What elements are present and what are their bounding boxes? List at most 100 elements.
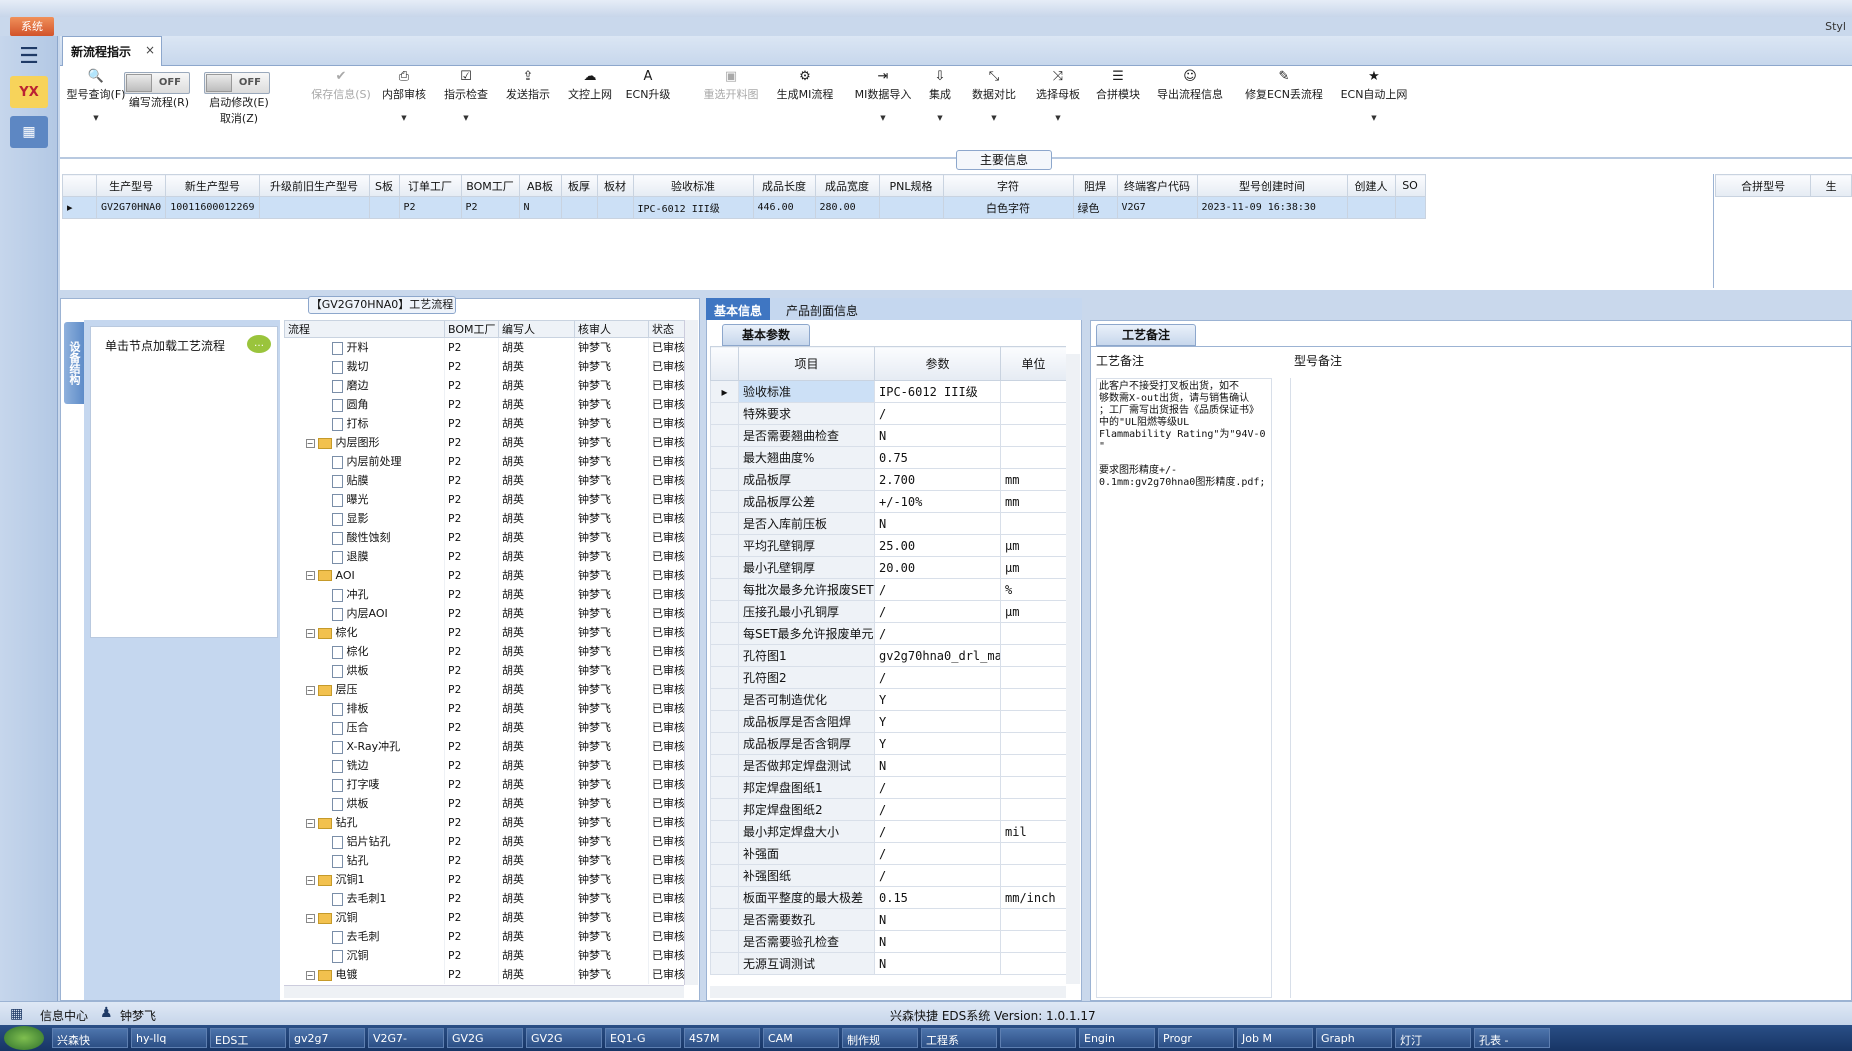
- tree-node[interactable]: 棕化: [284, 641, 445, 661]
- param-value[interactable]: /: [874, 842, 1001, 865]
- param-unit[interactable]: μm: [1000, 600, 1066, 623]
- param-value[interactable]: gv2g70hna0_drl_ma...: [874, 644, 1001, 667]
- calculator-icon[interactable]: ▦: [10, 116, 48, 148]
- tree-node[interactable]: − 层压: [284, 679, 445, 699]
- table-cell[interactable]: [596, 196, 634, 219]
- column-header[interactable]: 成品宽度: [814, 174, 880, 197]
- tree-node[interactable]: 钻孔: [284, 850, 445, 870]
- collapse-icon[interactable]: −: [305, 913, 315, 923]
- param-unit[interactable]: mil: [1000, 820, 1066, 843]
- column-header[interactable]: 新生产型号: [165, 174, 260, 197]
- table-row[interactable]: 圆角 P2 胡英 钟梦飞 已审核: [284, 394, 685, 414]
- param-value[interactable]: /: [874, 666, 1001, 689]
- horizontal-scrollbar[interactable]: [284, 985, 684, 998]
- param-unit[interactable]: [1000, 622, 1066, 645]
- tab-new-flow[interactable]: 新流程指示 ×: [62, 36, 162, 66]
- table-row[interactable]: 沉铜 P2 胡英 钟梦飞 已审核: [284, 945, 685, 965]
- column-header[interactable]: 阻焊: [1072, 174, 1118, 197]
- table-cell[interactable]: 2023-11-09 16:38:30: [1196, 196, 1348, 219]
- tree-node[interactable]: 圆角: [284, 394, 445, 414]
- column-header[interactable]: PNL规格: [878, 174, 944, 197]
- tree-node[interactable]: − 沉铜: [284, 907, 445, 927]
- tree-node[interactable]: 打字唛: [284, 774, 445, 794]
- logo-icon[interactable]: YX: [10, 76, 48, 108]
- param-value[interactable]: N: [874, 930, 1001, 953]
- param-unit[interactable]: [1000, 512, 1066, 535]
- taskbar-item[interactable]: 4S7M: [684, 1028, 760, 1048]
- system-button[interactable]: 系统: [10, 17, 54, 36]
- table-row[interactable]: 退膜 P2 胡英 钟梦飞 已审核: [284, 546, 685, 566]
- param-value[interactable]: N: [874, 908, 1001, 931]
- param-unit[interactable]: [1000, 930, 1066, 953]
- table-row[interactable]: 压接孔最小孔铜厚 / μm: [710, 600, 1066, 623]
- select-mother-button[interactable]: ⤨ 选择母板 ▼: [1028, 66, 1088, 156]
- tree-node[interactable]: X-Ray冲孔: [284, 736, 445, 756]
- column-header[interactable]: 型号创建时间: [1196, 174, 1348, 197]
- table-row[interactable]: 特殊要求 /: [710, 402, 1066, 425]
- tree-node[interactable]: 铣边: [284, 755, 445, 775]
- table-row[interactable]: 打字唛 P2 胡英 钟梦飞 已审核: [284, 774, 685, 794]
- table-row[interactable]: 开料 P2 胡英 钟梦飞 已审核: [284, 337, 685, 357]
- table-row[interactable]: 是否做邦定焊盘测试 N: [710, 754, 1066, 777]
- param-unit[interactable]: [1000, 842, 1066, 865]
- table-row[interactable]: 每SET最多允许报废单元 /: [710, 622, 1066, 645]
- table-cell[interactable]: [258, 196, 370, 219]
- param-value[interactable]: 20.00: [874, 556, 1001, 579]
- tree-node[interactable]: 显影: [284, 508, 445, 528]
- tree-node[interactable]: 去毛刺: [284, 926, 445, 946]
- param-value[interactable]: 25.00: [874, 534, 1001, 557]
- table-row[interactable]: 铣边 P2 胡英 钟梦飞 已审核: [284, 755, 685, 775]
- table-row[interactable]: 是否需要数孔 N: [710, 908, 1066, 931]
- param-value[interactable]: /: [874, 798, 1001, 821]
- param-unit[interactable]: [1000, 424, 1066, 447]
- param-value[interactable]: /: [874, 776, 1001, 799]
- gen-mi-button[interactable]: ⚙ 生成MI流程: [772, 66, 838, 156]
- taskbar-item[interactable]: Progr: [1158, 1028, 1234, 1048]
- table-row[interactable]: 成品板厚是否含铜厚 Y: [710, 732, 1066, 755]
- table-cell[interactable]: GV2G70HNA0: [95, 196, 167, 219]
- param-value[interactable]: IPC-6012 III级: [874, 380, 1001, 403]
- column-header[interactable]: 流程: [284, 320, 445, 338]
- param-value[interactable]: /: [874, 864, 1001, 887]
- table-row[interactable]: − 沉铜 P2 胡英 钟梦飞 已审核: [284, 907, 685, 927]
- param-unit[interactable]: mm: [1000, 468, 1066, 491]
- table-row[interactable]: 无源互调测试 N: [710, 952, 1066, 975]
- tree-node[interactable]: 去毛刺1: [284, 888, 445, 908]
- tree-node[interactable]: 压合: [284, 717, 445, 737]
- type-notes-box[interactable]: [1290, 378, 1852, 998]
- start-edit-toggle[interactable]: OFF: [204, 72, 270, 94]
- tree-node[interactable]: 沉铜: [284, 945, 445, 965]
- table-row[interactable]: ▸ GV2G70HNA0 10011600012269 P2 P2 N IPC-…: [62, 196, 1426, 219]
- table-row[interactable]: − 钻孔 P2 胡英 钟梦飞 已审核: [284, 812, 685, 832]
- table-row[interactable]: 裁切 P2 胡英 钟梦飞 已审核: [284, 356, 685, 376]
- menu-icon[interactable]: ☰: [10, 40, 48, 72]
- table-cell[interactable]: 10011600012269: [165, 196, 260, 219]
- table-row[interactable]: − 内层图形 P2 胡英 钟梦飞 已审核: [284, 432, 685, 452]
- table-cell[interactable]: P2: [398, 196, 462, 219]
- param-value[interactable]: Y: [874, 732, 1001, 755]
- table-row[interactable]: 去毛刺1 P2 胡英 钟梦飞 已审核: [284, 888, 685, 908]
- table-row[interactable]: 成品板厚 2.700 mm: [710, 468, 1066, 491]
- integrate-button[interactable]: ⇩ 集成 ▼: [920, 66, 960, 156]
- param-unit[interactable]: μm: [1000, 534, 1066, 557]
- taskbar-item[interactable]: EDS工: [210, 1028, 286, 1048]
- table-row[interactable]: 内层前处理 P2 胡英 钟梦飞 已审核: [284, 451, 685, 471]
- tree-node[interactable]: 磨边: [284, 375, 445, 395]
- tree-node[interactable]: 酸性蚀刻: [284, 527, 445, 547]
- table-row[interactable]: − AOI P2 胡英 钟梦飞 已审核: [284, 565, 685, 585]
- column-header[interactable]: 字符: [942, 174, 1074, 197]
- table-cell[interactable]: [1346, 196, 1396, 219]
- table-row[interactable]: 是否可制造优化 Y: [710, 688, 1066, 711]
- export-flow-button[interactable]: ☺ 导出流程信息: [1150, 66, 1230, 156]
- tab-equipment-structure[interactable]: 设备结构: [64, 322, 84, 404]
- param-value[interactable]: N: [874, 952, 1001, 975]
- param-unit[interactable]: [1000, 666, 1066, 689]
- table-row[interactable]: 棕化 P2 胡英 钟梦飞 已审核: [284, 641, 685, 661]
- tree-node[interactable]: 退膜: [284, 546, 445, 566]
- column-header[interactable]: 终端客户代码: [1116, 174, 1198, 197]
- table-row[interactable]: 成品板厚是否含阻焊 Y: [710, 710, 1066, 733]
- tree-node[interactable]: 曝光: [284, 489, 445, 509]
- ecn-auto-button[interactable]: ★ ECN自动上网 ▼: [1336, 66, 1412, 156]
- collapse-icon[interactable]: −: [305, 628, 315, 638]
- table-row[interactable]: 邦定焊盘图纸1/: [710, 776, 1066, 799]
